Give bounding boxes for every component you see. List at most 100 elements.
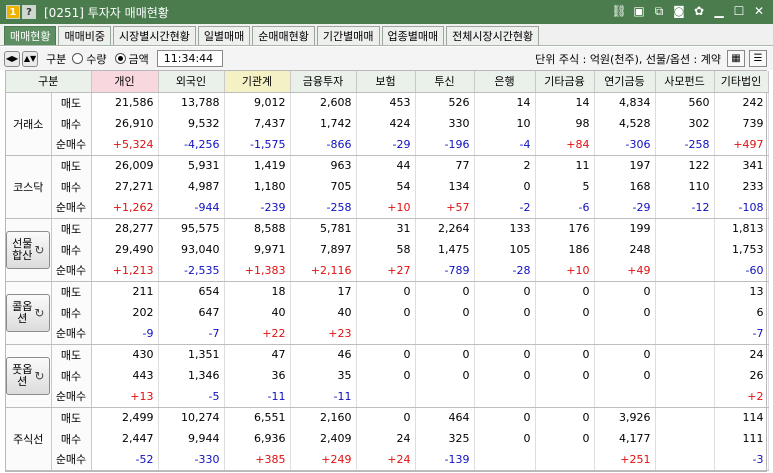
column-header[interactable]: 기타금융	[535, 71, 595, 93]
table-cell: 114	[714, 407, 769, 428]
tab-0[interactable]: 매매현황	[4, 26, 57, 45]
updown-arrow-icon[interactable]: ▲▼	[22, 50, 38, 67]
table-row: 순매수 -9 -7 +22 +23 -7	[6, 323, 769, 345]
refresh-icon[interactable]: ↻	[34, 370, 44, 382]
table-cell: +23	[290, 323, 357, 345]
table-row: 매수 29,490 93,040 9,971 7,897 58 1,475 105 186 248…	[6, 239, 769, 260]
table-cell: 0	[535, 281, 595, 302]
table-cell: -258	[655, 134, 715, 156]
column-header[interactable]: 사모펀드	[655, 71, 715, 93]
column-header[interactable]: 구분	[6, 71, 92, 93]
column-header[interactable]: 기관계	[224, 71, 291, 93]
group-button[interactable]: 콜옵 션 ↻	[6, 293, 51, 332]
refresh-icon[interactable]: ↻	[34, 244, 44, 256]
prev-arrow-icon[interactable]: ◀▶	[4, 50, 20, 67]
table-cell: -28	[474, 260, 536, 282]
radio-quantity-label: 수량	[86, 52, 107, 66]
window-icon[interactable]: ▣	[631, 3, 647, 19]
camera-icon[interactable]: ◙	[671, 3, 687, 19]
table-cell	[655, 407, 715, 428]
tab-2[interactable]: 시장별시간현황	[112, 26, 196, 45]
column-header[interactable]: 보험	[356, 71, 416, 93]
maximize-icon[interactable]: ☐	[731, 3, 747, 19]
row-label: 매도	[51, 218, 92, 239]
table-cell: 186	[535, 239, 595, 260]
tab-4[interactable]: 순매매현황	[252, 26, 315, 45]
table-cell: 341	[714, 155, 769, 176]
table-cell: 9,971	[224, 239, 291, 260]
help-button[interactable]: ?	[22, 5, 36, 19]
table-view-icon[interactable]: ▦	[727, 50, 745, 67]
table-cell: 0	[356, 407, 416, 428]
gear-icon[interactable]: ✿	[691, 3, 707, 19]
table-cell	[594, 323, 656, 345]
row-label: 매도	[51, 155, 92, 176]
table-cell: 11	[535, 155, 595, 176]
group-label: 주식선	[6, 407, 52, 471]
table-cell: 13	[714, 281, 769, 302]
group-button-label: 선물 합산	[12, 236, 33, 262]
tab-7[interactable]: 전체시장시간현황	[446, 26, 540, 45]
table-cell: -866	[290, 134, 357, 156]
column-header[interactable]: 투신	[415, 71, 475, 93]
group-button-label: 콜옵 션	[12, 299, 33, 325]
table-cell: 705	[290, 176, 357, 197]
table-cell	[655, 281, 715, 302]
table-cell: 77	[415, 155, 475, 176]
table-cell: +57	[415, 197, 475, 219]
table-cell: -9	[91, 323, 159, 345]
group-button[interactable]: 선물 합산 ↻	[6, 230, 51, 269]
tab-3[interactable]: 일별매매	[197, 26, 251, 45]
table-cell: 0	[415, 281, 475, 302]
list-view-icon[interactable]: ☰	[749, 50, 767, 67]
column-header[interactable]: 연기금등	[594, 71, 656, 93]
table-cell: 9,012	[224, 92, 291, 113]
column-header[interactable]: 외국인	[158, 71, 225, 93]
table-cell: -139	[415, 449, 475, 471]
group-button[interactable]: 풋옵 션 ↻	[6, 356, 51, 395]
link-icon[interactable]: ⛓	[611, 3, 627, 19]
table-cell: 168	[594, 176, 656, 197]
table-cell	[655, 365, 715, 386]
table-cell: -60	[714, 260, 769, 282]
column-header[interactable]: 은행	[474, 71, 536, 93]
table-cell: 17	[290, 281, 357, 302]
table-cell: +10	[535, 260, 595, 282]
table-cell: +249	[290, 449, 357, 471]
table-cell	[535, 386, 595, 408]
radio-amount-dot[interactable]	[114, 53, 126, 64]
table-cell: -29	[356, 134, 416, 156]
table-cell: 0	[356, 281, 416, 302]
minimize-icon[interactable]: ▁	[711, 3, 727, 19]
table-cell	[655, 344, 715, 365]
copy-icon[interactable]: ⧉	[651, 3, 667, 19]
tab-6[interactable]: 업종별매매	[381, 26, 445, 45]
tab-5[interactable]: 기간별매매	[316, 26, 380, 45]
table-row: 선물 합산 ↻ 매도 28,277 95,575 8,588 5,781 31 2,264 133 1…	[6, 218, 769, 282]
table-cell: 10,274	[158, 407, 225, 428]
table-cell: 0	[474, 365, 536, 386]
table-cell: 211	[91, 281, 159, 302]
refresh-icon[interactable]: ↻	[34, 307, 44, 319]
table-cell: 526	[415, 92, 475, 113]
table-cell: 330	[415, 113, 475, 134]
table-cell: -2	[474, 197, 536, 219]
table-cell: +251	[594, 449, 656, 471]
table-cell: 0	[535, 365, 595, 386]
table-row: 순매수 +1,262 -944 -239 -258 +10 +57 -2 -6 -29 -12 -10…	[6, 197, 769, 219]
row-label: 매수	[51, 428, 92, 449]
screen-number-badge[interactable]: 1	[6, 5, 20, 19]
table-cell: -52	[91, 449, 159, 471]
column-header[interactable]: 기타법인	[714, 71, 769, 93]
table-cell: 1,742	[290, 113, 357, 134]
radio-quantity-dot[interactable]	[72, 53, 84, 64]
radio-amount[interactable]: 금액	[114, 51, 149, 67]
table-cell: 0	[474, 176, 536, 197]
column-header[interactable]: 금융투자	[290, 71, 357, 93]
tab-1[interactable]: 매매비중	[58, 26, 111, 45]
time-field[interactable]: 11:34:44	[156, 50, 223, 67]
radio-quantity[interactable]: 수량	[72, 51, 107, 67]
column-header[interactable]: 개인	[91, 71, 159, 93]
table-cell: -2,535	[158, 260, 225, 282]
close-icon[interactable]: ✕	[751, 3, 767, 19]
